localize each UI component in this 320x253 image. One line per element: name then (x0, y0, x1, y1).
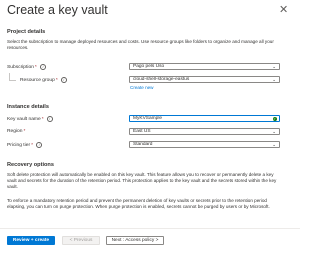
required-marker: * (34, 64, 37, 70)
previous-button[interactable]: < Previous (62, 236, 100, 245)
subscription-dropdown[interactable]: Pago pels Uso ⌄ (129, 63, 280, 70)
create-new-link[interactable]: Create new (130, 85, 154, 90)
key-vault-name-label: Key vault name * i (7, 116, 53, 123)
close-icon[interactable]: ✕ (279, 3, 288, 16)
required-marker: * (23, 129, 26, 134)
review-create-button[interactable]: Review + create (7, 236, 55, 245)
subscription-label-text: Subscription (7, 64, 34, 70)
required-marker: * (55, 77, 58, 83)
key-vault-name-value: MyKVSample (133, 116, 163, 121)
subscription-label: Subscription * i (7, 64, 47, 71)
resource-group-value: cloud-shell-storage-eastus (133, 77, 190, 82)
resource-group-dropdown[interactable]: cloud-shell-storage-eastus ⌄ (129, 76, 280, 83)
pricing-tier-value: Standard (133, 142, 153, 147)
subscription-value: Pago pels Uso (133, 64, 165, 69)
resource-group-label-text: Resource group (20, 77, 55, 83)
required-marker: * (31, 142, 34, 148)
recovery-paragraph-1: Soft delete protection will automaticall… (7, 172, 277, 190)
info-icon[interactable]: i (39, 64, 47, 71)
tree-connector (9, 73, 16, 81)
key-vault-name-input[interactable]: MyKVSample ✓ (129, 115, 280, 122)
chevron-down-icon: ⌄ (272, 77, 276, 82)
region-dropdown[interactable]: East US ⌄ (129, 128, 280, 135)
pricing-tier-dropdown[interactable]: Standard ⌄ (129, 141, 280, 148)
project-details-description: Select the subscription to manage deploy… (7, 39, 274, 51)
pricing-tier-label-text: Pricing tier (7, 142, 31, 148)
page-title: Create a key vault (7, 3, 108, 17)
required-marker: * (41, 116, 44, 122)
pricing-tier-label: Pricing tier * i (7, 142, 43, 149)
region-label: Region * (7, 129, 25, 134)
instance-details-heading: Instance details (7, 104, 49, 110)
chevron-down-icon: ⌄ (272, 142, 276, 147)
project-details-heading: Project details (7, 29, 46, 35)
key-vault-name-label-text: Key vault name (7, 116, 41, 122)
chevron-down-icon: ⌄ (272, 129, 276, 134)
chevron-down-icon: ⌄ (272, 64, 276, 69)
info-icon[interactable]: i (60, 77, 67, 84)
region-label-text: Region (7, 129, 23, 134)
recovery-paragraph-2: To enforce a mandatory retention period … (7, 198, 270, 210)
next-access-policy-button[interactable]: Next : Access policy > (106, 236, 164, 245)
info-icon[interactable]: i (46, 116, 53, 123)
region-value: East US (133, 129, 151, 134)
recovery-options-heading: Recovery options (7, 162, 54, 168)
valid-check-icon: ✓ (272, 116, 277, 121)
info-icon[interactable]: i (36, 142, 43, 149)
resource-group-label: Resource group * i (20, 77, 67, 84)
